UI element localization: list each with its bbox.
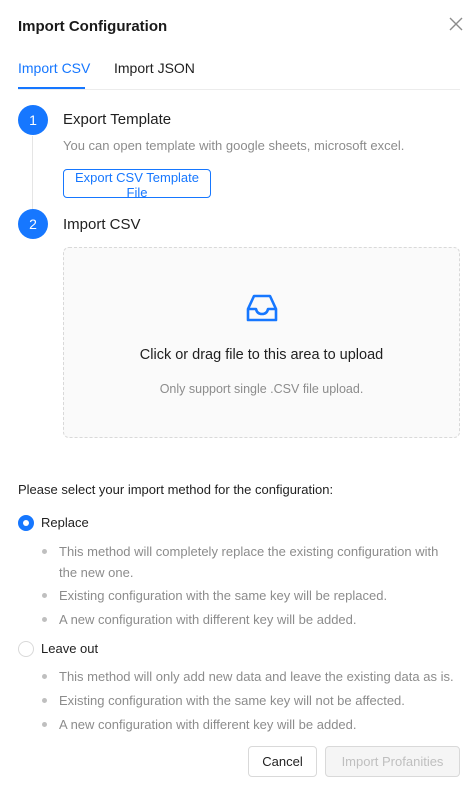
inbox-icon — [246, 294, 278, 322]
export-template-button[interactable]: Export CSV Template File — [63, 169, 211, 200]
active-tab-indicator — [18, 87, 85, 89]
upload-hint: Only support single .CSV file upload. — [159, 382, 364, 396]
leave-out-bullet-2: Existing configuration with the same key… — [59, 693, 405, 708]
tab-import-json[interactable]: Import JSON — [114, 60, 195, 76]
tab-bar: Import CSV Import JSON — [18, 60, 460, 90]
close-icon[interactable] — [446, 14, 466, 34]
bullet-dot — [42, 722, 47, 727]
radio-replace[interactable] — [18, 515, 34, 531]
bullet-dot — [42, 698, 47, 703]
import-profanities-button[interactable]: Import Profanities — [325, 746, 460, 777]
replace-bullet-1: This method will completely replace the … — [59, 544, 439, 580]
replace-bullet-2: Existing configuration with the same key… — [59, 588, 388, 603]
upload-dropzone[interactable]: Click or drag file to this area to uploa… — [63, 247, 460, 438]
step-2-badge: 2 — [18, 209, 48, 239]
step-1-title: Export Template — [63, 111, 172, 128]
bullet-dot — [42, 617, 47, 622]
radio-leave-out[interactable] — [18, 641, 34, 657]
upload-text: Click or drag file to this area to uploa… — [139, 347, 384, 363]
import-method-prompt: Please select your import method for the… — [18, 482, 334, 497]
dialog-title: Import Configuration — [18, 18, 168, 35]
bullet-dot — [42, 593, 47, 598]
bullet-dot — [42, 549, 47, 554]
bullet-dot — [42, 674, 47, 679]
tab-import-csv[interactable]: Import CSV — [18, 60, 90, 76]
radio-leave-out-label[interactable]: Leave out — [41, 641, 98, 656]
leave-out-bullet-1: This method will only add new data and l… — [59, 669, 454, 684]
replace-bullet-3: A new configuration with different key w… — [59, 612, 357, 627]
step-2-title: Import CSV — [63, 216, 141, 233]
radio-replace-label[interactable]: Replace — [41, 515, 89, 530]
step-1-badge: 1 — [18, 105, 48, 135]
cancel-button[interactable]: Cancel — [248, 746, 317, 777]
step-1-description: You can open template with google sheets… — [63, 138, 405, 153]
leave-out-bullet-3: A new configuration with different key w… — [59, 717, 357, 732]
step-connector — [32, 136, 33, 212]
